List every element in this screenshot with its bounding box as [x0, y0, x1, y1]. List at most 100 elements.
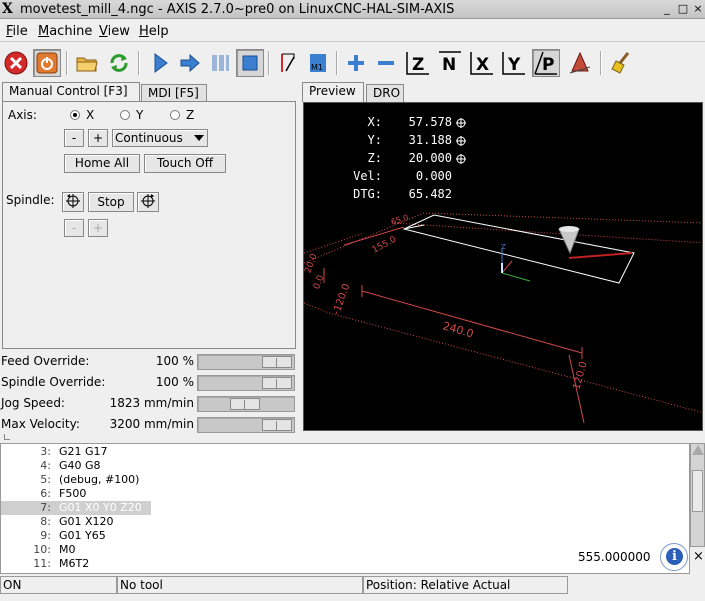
pane-resize-handle[interactable]: [4, 434, 10, 440]
tool-path-button[interactable]: [566, 49, 594, 77]
gcode-line-text: (debug, #100): [59, 473, 140, 486]
gcode-line[interactable]: 5: (debug, #100): [1, 473, 161, 487]
menu-file[interactable]: File: [6, 24, 28, 39]
axis-x-label[interactable]: X: [86, 108, 94, 122]
dim-xmin-label: -120.0: [331, 282, 352, 316]
spindle-forward-icon: [141, 194, 155, 208]
optional-stop-button[interactable]: M1: [304, 49, 332, 77]
close-message-button[interactable]: ×: [693, 550, 704, 564]
title-bar[interactable]: X movetest_mill_4.ngc - AXIS 2.7.0~pre0 …: [0, 0, 705, 19]
spindle-forward-button[interactable]: [137, 192, 159, 212]
menu-view[interactable]: View: [99, 24, 130, 39]
zoom-out-button[interactable]: [372, 49, 400, 77]
view-p-button[interactable]: P: [532, 49, 560, 77]
minimize-button[interactable]: _: [660, 2, 674, 16]
tab-dro[interactable]: DRO: [366, 84, 404, 102]
max-velocity-slider[interactable]: [197, 417, 295, 433]
gcode-line-number: 3:: [40, 445, 51, 458]
spindle-reverse-button[interactable]: [62, 192, 84, 212]
view-z2-button[interactable]: N: [436, 49, 464, 77]
view-y-icon: Y: [502, 52, 525, 75]
tab-mdi[interactable]: MDI [F5]: [141, 84, 207, 102]
estop-button[interactable]: [2, 49, 30, 77]
view-p-icon: P: [534, 51, 557, 75]
feed-override-label: Feed Override:: [1, 354, 90, 368]
stop-button[interactable]: [236, 49, 264, 77]
axis-y-label[interactable]: Y: [136, 108, 143, 122]
feed-override-slider[interactable]: [197, 354, 295, 370]
spindle-override-slider[interactable]: [197, 375, 295, 391]
maximize-button[interactable]: □: [676, 2, 690, 16]
skip-block-button[interactable]: [274, 49, 302, 77]
scroll-thumb[interactable]: [692, 470, 703, 512]
svg-text:N: N: [442, 55, 456, 75]
debug-value: 555.000000: [578, 550, 651, 564]
slider-thumb[interactable]: [262, 356, 292, 368]
tool-top: [559, 226, 579, 232]
home-all-button[interactable]: Home All: [64, 154, 140, 173]
gcode-line[interactable]: 3: G21 G17: [1, 445, 161, 459]
tab-preview[interactable]: Preview: [302, 82, 364, 102]
skip-block-icon: [281, 53, 295, 72]
gcode-line-text: G01 Y65: [59, 529, 106, 542]
stop-icon: [242, 55, 258, 71]
scroll-up-icon[interactable]: [692, 445, 704, 455]
gcode-line-text: M0: [59, 543, 76, 556]
step-icon: [180, 53, 200, 73]
machine-power-button[interactable]: [33, 49, 61, 77]
spindle-plus-button[interactable]: +: [88, 219, 108, 237]
jog-mode-select[interactable]: Continuous: [112, 129, 208, 147]
gcode-line-number: 7:: [40, 501, 51, 514]
origin-x-axis: [501, 260, 513, 274]
axis-y-radio[interactable]: [120, 110, 130, 120]
run-button[interactable]: [146, 49, 174, 77]
axis-x-radio[interactable]: [70, 110, 80, 120]
menu-help[interactable]: Help: [139, 24, 169, 39]
clear-plot-button[interactable]: [608, 49, 636, 77]
menu-machine[interactable]: Machine: [38, 24, 92, 39]
gcode-line[interactable]: 10: M0: [1, 543, 161, 557]
reload-icon: [110, 54, 128, 72]
gcode-line[interactable]: 6: F500: [1, 487, 161, 501]
dim-width-label: 240.0: [441, 319, 475, 340]
estop-icon: [4, 51, 28, 75]
jog-minus-button[interactable]: -: [64, 129, 84, 147]
gcode-line[interactable]: 7: G01 X0 Y0 Z20: [1, 501, 151, 515]
axis-z-label[interactable]: Z: [186, 108, 194, 122]
svg-text:Z: Z: [412, 55, 424, 75]
view-z-icon: Z: [406, 52, 429, 75]
chevron-down-icon: [194, 135, 204, 141]
view-x-button[interactable]: X: [468, 49, 496, 77]
jog-plus-button[interactable]: +: [88, 129, 108, 147]
gcode-line-text: F500: [59, 487, 87, 500]
zoom-in-button[interactable]: [342, 49, 370, 77]
gcode-line-number: 9:: [40, 529, 51, 542]
gcode-line[interactable]: 8: G01 X120: [1, 515, 161, 529]
max-velocity-value: 3200 mm/min: [109, 417, 194, 431]
gcode-line[interactable]: 9: G01 Y65: [1, 529, 161, 543]
jog-speed-slider[interactable]: [197, 396, 295, 412]
view-y-button[interactable]: Y: [500, 49, 528, 77]
tab-manual-control[interactable]: Manual Control [F3]: [2, 82, 140, 102]
slider-thumb[interactable]: [230, 398, 260, 410]
open-file-button[interactable]: [73, 49, 101, 77]
gcode-scrollbar[interactable]: [690, 443, 705, 547]
touch-off-button[interactable]: Touch Off: [144, 154, 226, 173]
spindle-override-label: Spindle Override:: [1, 375, 106, 389]
gcode-line[interactable]: 4: G40 G8: [1, 459, 161, 473]
spindle-minus-button[interactable]: -: [64, 219, 84, 237]
gcode-line-number: 5:: [40, 473, 51, 486]
toolpath-view: Z 65.0 155.0 20.0 0.0 -120.0 240.0 120.0: [304, 212, 702, 424]
axis-z-radio[interactable]: [170, 110, 180, 120]
view-z-button[interactable]: Z: [404, 49, 432, 77]
spindle-stop-button[interactable]: Stop: [88, 192, 134, 212]
zoom-in-icon: [348, 55, 364, 71]
reload-button[interactable]: [105, 49, 133, 77]
slider-thumb[interactable]: [262, 377, 292, 389]
slider-thumb[interactable]: [262, 419, 292, 431]
step-button[interactable]: [176, 49, 204, 77]
close-button[interactable]: ×: [691, 2, 705, 16]
preview-canvas[interactable]: X: 57.578 Y: 31.188 Z: 20.000 Vel: 0.000…: [303, 102, 703, 431]
gcode-line[interactable]: 11: M6T2: [1, 557, 161, 571]
pause-button[interactable]: [206, 49, 234, 77]
